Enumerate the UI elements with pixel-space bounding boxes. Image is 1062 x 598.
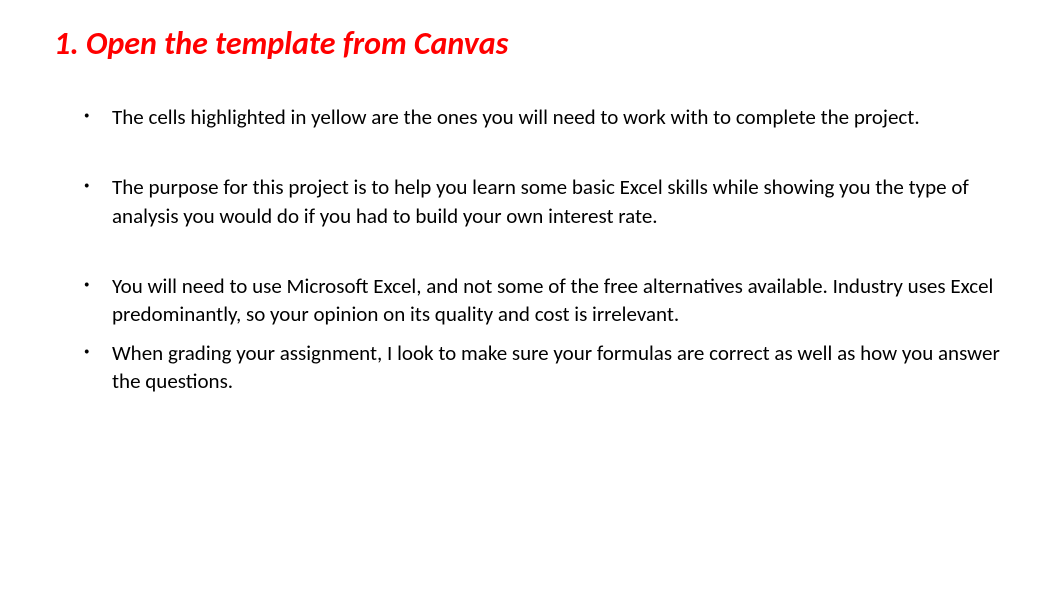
list-item: When grading your assignment, I look to …	[82, 339, 1002, 396]
list-item: You will need to use Microsoft Excel, an…	[82, 272, 1002, 329]
bullet-list: The cells highlighted in yellow are the …	[54, 103, 1002, 395]
page-heading: 1. Open the template from Canvas	[54, 24, 1002, 63]
list-item: The cells highlighted in yellow are the …	[82, 103, 1002, 131]
list-item: The purpose for this project is to help …	[82, 173, 1002, 230]
